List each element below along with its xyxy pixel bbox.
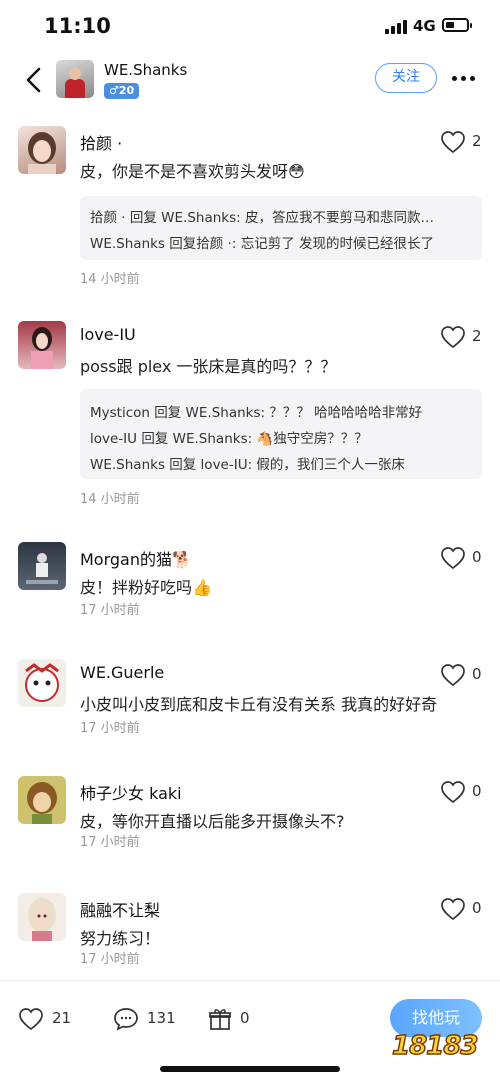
- battery-icon: [442, 18, 472, 32]
- comment-text: 小皮叫小皮到底和皮卡丘有没有关系 我真的好好奇: [80, 695, 438, 714]
- comment-bubble-icon[interactable]: [113, 1007, 139, 1031]
- comment-item: WE.Guerle 小皮叫小皮到底和皮卡丘有没有关系 我真的好好奇 0 17 小…: [0, 659, 500, 739]
- like-count: 0: [472, 548, 482, 566]
- reply-item[interactable]: 拾颜 · 回复 WE.Shanks: 皮，答应我不要剪马和悲同款…: [90, 206, 434, 226]
- heart-outline-icon[interactable]: [440, 897, 466, 921]
- comment-author[interactable]: WE.Guerle: [80, 663, 164, 682]
- comment-author[interactable]: 融融不让梨: [80, 897, 160, 921]
- comment-time: 17 小时前: [80, 721, 140, 736]
- comment-text: 皮！拌粉好吃吗👍: [80, 578, 212, 597]
- follow-button[interactable]: 关注: [375, 63, 437, 93]
- comment-item: love-IU poss跟 plex 一张床是真的吗？？？ 2 Mysticon…: [0, 321, 500, 511]
- comment-item: 融融不让梨 努力练习！ 0 17 小时前: [0, 893, 500, 973]
- post-like-count: 21: [52, 1009, 72, 1027]
- like-count: 0: [472, 899, 482, 917]
- reply-item[interactable]: love-IU 回复 WE.Shanks: 🐴独守空房？？？: [90, 427, 368, 447]
- like-count: 0: [472, 782, 482, 800]
- comment-author[interactable]: 柿子少女 kaki: [80, 780, 182, 804]
- comment-time: 14 小时前: [80, 272, 140, 287]
- reply-item[interactable]: WE.Shanks 回复 love-IU: 假的，我们三个人一张床: [90, 453, 405, 473]
- comment-time: 14 小时前: [80, 492, 140, 507]
- comment-author[interactable]: 拾颜 ·: [80, 130, 122, 154]
- more-horizontal-icon[interactable]: [452, 76, 476, 82]
- avatar[interactable]: [18, 126, 66, 174]
- comment-item: 柿子少女 kaki 皮，等你开直播以后能多开摄像头不? 0 17 小时前: [0, 776, 500, 856]
- like-count: 2: [472, 132, 482, 150]
- reply-item[interactable]: Mysticon 回复 WE.Shanks: ？？？ 哈哈哈哈哈非常好: [90, 401, 422, 421]
- comment-time: 17 小时前: [80, 952, 140, 967]
- comment-time: 17 小时前: [80, 835, 140, 850]
- chevron-left-icon[interactable]: [22, 66, 46, 94]
- comment-item: 拾颜 · 皮，你是不是不喜欢剪头发呀😳 2 拾颜 · 回复 WE.Shanks:…: [0, 126, 500, 296]
- heart-outline-icon[interactable]: [440, 546, 466, 570]
- heart-outline-icon[interactable]: [440, 130, 466, 154]
- post-comment-count: 131: [147, 1009, 176, 1027]
- reply-list[interactable]: Mysticon 回复 WE.Shanks: ？？？ 哈哈哈哈哈非常好 love…: [80, 389, 482, 479]
- avatar[interactable]: [18, 542, 66, 590]
- reply-list[interactable]: 拾颜 · 回复 WE.Shanks: 皮，答应我不要剪马和悲同款… WE.Sha…: [80, 196, 482, 260]
- bottom-action-bar: 21 131 0 找他玩 18183: [0, 980, 500, 1083]
- status-time: 11:10: [44, 14, 111, 38]
- avatar[interactable]: [18, 659, 66, 707]
- comment-time: 17 小时前: [80, 603, 140, 618]
- home-indicator[interactable]: [160, 1066, 340, 1072]
- avatar[interactable]: [18, 321, 66, 369]
- comment-text: 皮，你是不是不喜欢剪头发呀😳: [80, 162, 305, 181]
- comment-text: poss跟 plex 一张床是真的吗？？？: [80, 357, 337, 376]
- comment-item: Morgan的猫🐕 皮！拌粉好吃吗👍 0 17 小时前: [0, 542, 500, 622]
- like-count: 2: [472, 327, 482, 345]
- heart-outline-icon[interactable]: [440, 663, 466, 687]
- like-count: 0: [472, 665, 482, 683]
- comment-text: 皮，等你开直播以后能多开摄像头不?: [80, 812, 345, 831]
- avatar[interactable]: [18, 893, 66, 941]
- comment-text: 努力练习！: [80, 929, 161, 948]
- avatar[interactable]: [56, 60, 94, 98]
- heart-outline-icon[interactable]: [440, 325, 466, 349]
- comment-author[interactable]: love-IU: [80, 325, 136, 344]
- header: WE.Shanks ♂20 关注: [0, 52, 500, 108]
- comment-author[interactable]: Morgan的猫🐕: [80, 546, 192, 570]
- network-label: 4G: [413, 17, 436, 35]
- gender-age-badge: ♂20: [104, 83, 140, 99]
- gift-icon[interactable]: [208, 1007, 232, 1031]
- watermark-logo: 18183: [391, 1030, 479, 1062]
- avatar[interactable]: [18, 776, 66, 824]
- reply-item[interactable]: WE.Shanks 回复拾颜 ·: 忘记剪了 发现的时候已经很长了: [90, 232, 434, 252]
- status-bar: 11:10 4G: [0, 0, 500, 52]
- profile-username[interactable]: WE.Shanks: [104, 61, 187, 79]
- signal-icon: [385, 20, 407, 34]
- heart-outline-icon[interactable]: [18, 1007, 44, 1031]
- heart-outline-icon[interactable]: [440, 780, 466, 804]
- post-gift-count: 0: [240, 1009, 250, 1027]
